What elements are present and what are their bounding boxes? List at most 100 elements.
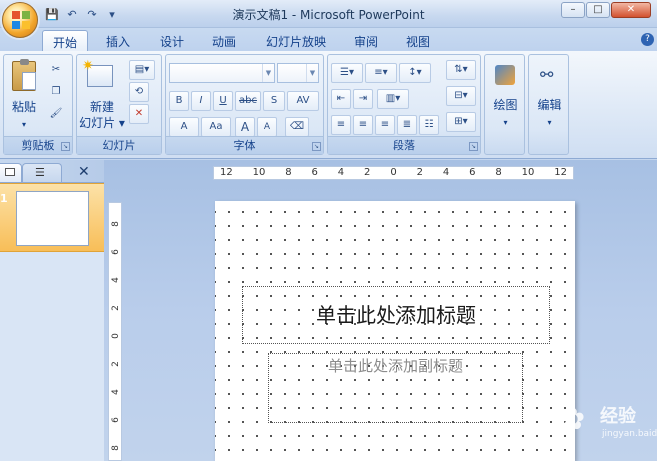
numbering-icon[interactable]: ≡▾ xyxy=(365,63,397,83)
columns-icon[interactable]: ▥▾ xyxy=(377,89,409,109)
layout-icon[interactable]: ▤▾ xyxy=(129,60,155,80)
shrink-font-button[interactable]: A xyxy=(257,117,277,137)
watermark-url: jingyan.baidu.com xyxy=(602,429,657,439)
help-icon[interactable]: ? xyxy=(641,33,654,46)
align-left-icon[interactable]: ≡ xyxy=(331,115,351,135)
slides-tab[interactable] xyxy=(0,163,22,182)
distributed-icon[interactable]: ☷ xyxy=(419,115,439,135)
title-placeholder[interactable]: 单击此处添加标题 xyxy=(242,286,550,344)
watermark-text: 经验 xyxy=(600,406,636,427)
ruler-tick: 4 xyxy=(111,277,121,283)
italic-button[interactable]: I xyxy=(191,91,211,111)
ruler-tick: 8 xyxy=(111,221,121,227)
outline-tab[interactable]: ☰ xyxy=(22,163,62,182)
font-name-dropdown[interactable]: ▼ xyxy=(169,63,275,83)
ribbon: 粘贴 ▾ ✂ ❐ 🖌 剪贴板 ↘ ✷ 新建 幻灯片 ▾ ▤▾ ⟲ ✕ 幻灯片 ▼ ▼… xyxy=(0,51,657,159)
slides-tab-icon xyxy=(5,168,15,176)
ruler-tick: 0 xyxy=(111,333,121,339)
delete-slide-icon[interactable]: ✕ xyxy=(129,104,149,124)
change-case-button[interactable]: Aa xyxy=(201,117,231,137)
slide-thumbnail[interactable] xyxy=(16,191,89,246)
office-button[interactable] xyxy=(2,2,38,38)
tab-review[interactable]: 审阅 xyxy=(344,30,388,51)
tab-design[interactable]: 设计 xyxy=(150,30,194,51)
font-color-button[interactable]: A xyxy=(169,117,199,137)
drawing-icon xyxy=(495,65,515,85)
strikethrough-button[interactable]: abc xyxy=(235,91,261,111)
editing-button[interactable]: 编辑 ▾ xyxy=(529,97,570,131)
reset-icon[interactable]: ⟲ xyxy=(129,82,149,102)
title-bar: 💾 ↶ ↷ ▾ 演示文稿1 - Microsoft PowerPoint – □… xyxy=(0,0,657,28)
font-launcher-icon[interactable]: ↘ xyxy=(312,142,321,151)
tab-view[interactable]: 视图 xyxy=(396,30,440,51)
group-editing: ⚯ 编辑 ▾ xyxy=(528,54,569,155)
close-pane-icon[interactable]: ✕ xyxy=(78,164,90,180)
close-button[interactable]: ✕ xyxy=(611,2,651,18)
paw-logo-icon: ✿ xyxy=(560,402,586,437)
copy-icon[interactable]: ❐ xyxy=(46,82,66,102)
watermark: ✿ 经验 jingyan.baidu.com xyxy=(560,398,657,448)
paste-button[interactable]: 粘贴 ▾ xyxy=(6,99,42,133)
vertical-ruler: 8 6 4 2 0 2 4 6 8 xyxy=(108,202,122,461)
font-label: 字体 xyxy=(166,136,323,154)
maximize-button[interactable]: □ xyxy=(586,2,610,18)
format-painter-icon[interactable]: 🖌 xyxy=(46,104,66,124)
paragraph-launcher-icon[interactable]: ↘ xyxy=(469,142,478,151)
group-clipboard: 粘贴 ▾ ✂ ❐ 🖌 剪贴板 ↘ xyxy=(3,54,73,155)
ruler-tick: 0 xyxy=(390,167,397,178)
cut-icon[interactable]: ✂ xyxy=(46,60,66,80)
subtitle-placeholder[interactable]: 单击此处添加副标题 xyxy=(268,353,523,423)
ruler-tick: 6 xyxy=(311,167,318,178)
slides-label: 幻灯片 xyxy=(77,136,161,154)
ruler-tick: 12 xyxy=(554,167,567,178)
ruler-tick: 4 xyxy=(442,167,450,178)
underline-button[interactable]: U xyxy=(213,91,233,111)
bullets-icon[interactable]: ☰▾ xyxy=(331,63,363,83)
slide-thumbnail-number: 1 xyxy=(0,192,8,205)
justify-icon[interactable]: ≣ xyxy=(397,115,417,135)
ruler-tick: 8 xyxy=(285,167,292,178)
line-spacing-icon[interactable]: ↕▾ xyxy=(399,63,431,83)
binoculars-icon: ⚯ xyxy=(540,65,554,84)
align-text-icon[interactable]: ⊟▾ xyxy=(446,86,476,106)
align-center-icon[interactable]: ≡ xyxy=(353,115,373,135)
ruler-tick: 6 xyxy=(111,417,121,423)
clipboard-launcher-icon[interactable]: ↘ xyxy=(61,142,70,151)
font-size-dropdown[interactable]: ▼ xyxy=(277,63,319,83)
text-direction-icon[interactable]: ⇅▾ xyxy=(446,60,476,80)
ruler-tick: 8 xyxy=(111,445,121,451)
ruler-tick: 2 xyxy=(111,361,121,367)
group-drawing: 绘图 ▾ xyxy=(484,54,525,155)
ruler-tick: 10 xyxy=(521,167,535,178)
group-paragraph: ☰▾ ≡▾ ↕▾ ⇅▾ ⇤ ⇥ ▥▾ ⊟▾ ≡ ≡ ≡ ≣ ☷ ⊞▾ 段落 ↘ xyxy=(327,54,481,155)
paragraph-label: 段落 xyxy=(328,136,480,154)
outline-tab-icon: ☰ xyxy=(35,166,45,179)
shadow-button[interactable]: S xyxy=(263,91,285,111)
tab-slideshow[interactable]: 幻灯片放映 xyxy=(256,30,336,51)
align-right-icon[interactable]: ≡ xyxy=(375,115,395,135)
smartart-icon[interactable]: ⊞▾ xyxy=(446,112,476,132)
tab-insert[interactable]: 插入 xyxy=(96,30,140,51)
ruler-tick: 2 xyxy=(364,167,371,178)
grow-font-button[interactable]: A xyxy=(235,117,255,137)
ruler-tick: 10 xyxy=(252,167,266,178)
tab-animations[interactable]: 动画 xyxy=(202,30,246,51)
group-slides: ✷ 新建 幻灯片 ▾ ▤▾ ⟲ ✕ 幻灯片 xyxy=(76,54,162,155)
drawing-button[interactable]: 绘图 ▾ xyxy=(485,97,526,131)
office-logo-icon xyxy=(12,11,30,29)
clear-format-icon[interactable]: ⌫ xyxy=(285,117,309,137)
ruler-tick: 12 xyxy=(220,167,233,178)
ruler-tick: 4 xyxy=(111,389,121,395)
new-slide-button[interactable]: 新建 幻灯片 ▾ xyxy=(77,99,127,131)
bold-button[interactable]: B xyxy=(169,91,189,111)
window-controls: – □ ✕ xyxy=(561,2,651,18)
ribbon-tabs: 开始 插入 设计 动画 幻灯片放映 审阅 视图 xyxy=(0,28,657,51)
ruler-tick: 6 xyxy=(111,249,121,255)
decrease-indent-icon[interactable]: ⇤ xyxy=(331,89,351,109)
char-spacing-button[interactable]: AV xyxy=(287,91,319,111)
minimize-button[interactable]: – xyxy=(561,2,585,18)
window-title: 演示文稿1 - Microsoft PowerPoint xyxy=(232,8,425,22)
tab-home[interactable]: 开始 xyxy=(42,30,89,51)
new-slide-icon: ✷ xyxy=(82,58,113,87)
increase-indent-icon[interactable]: ⇥ xyxy=(353,89,373,109)
